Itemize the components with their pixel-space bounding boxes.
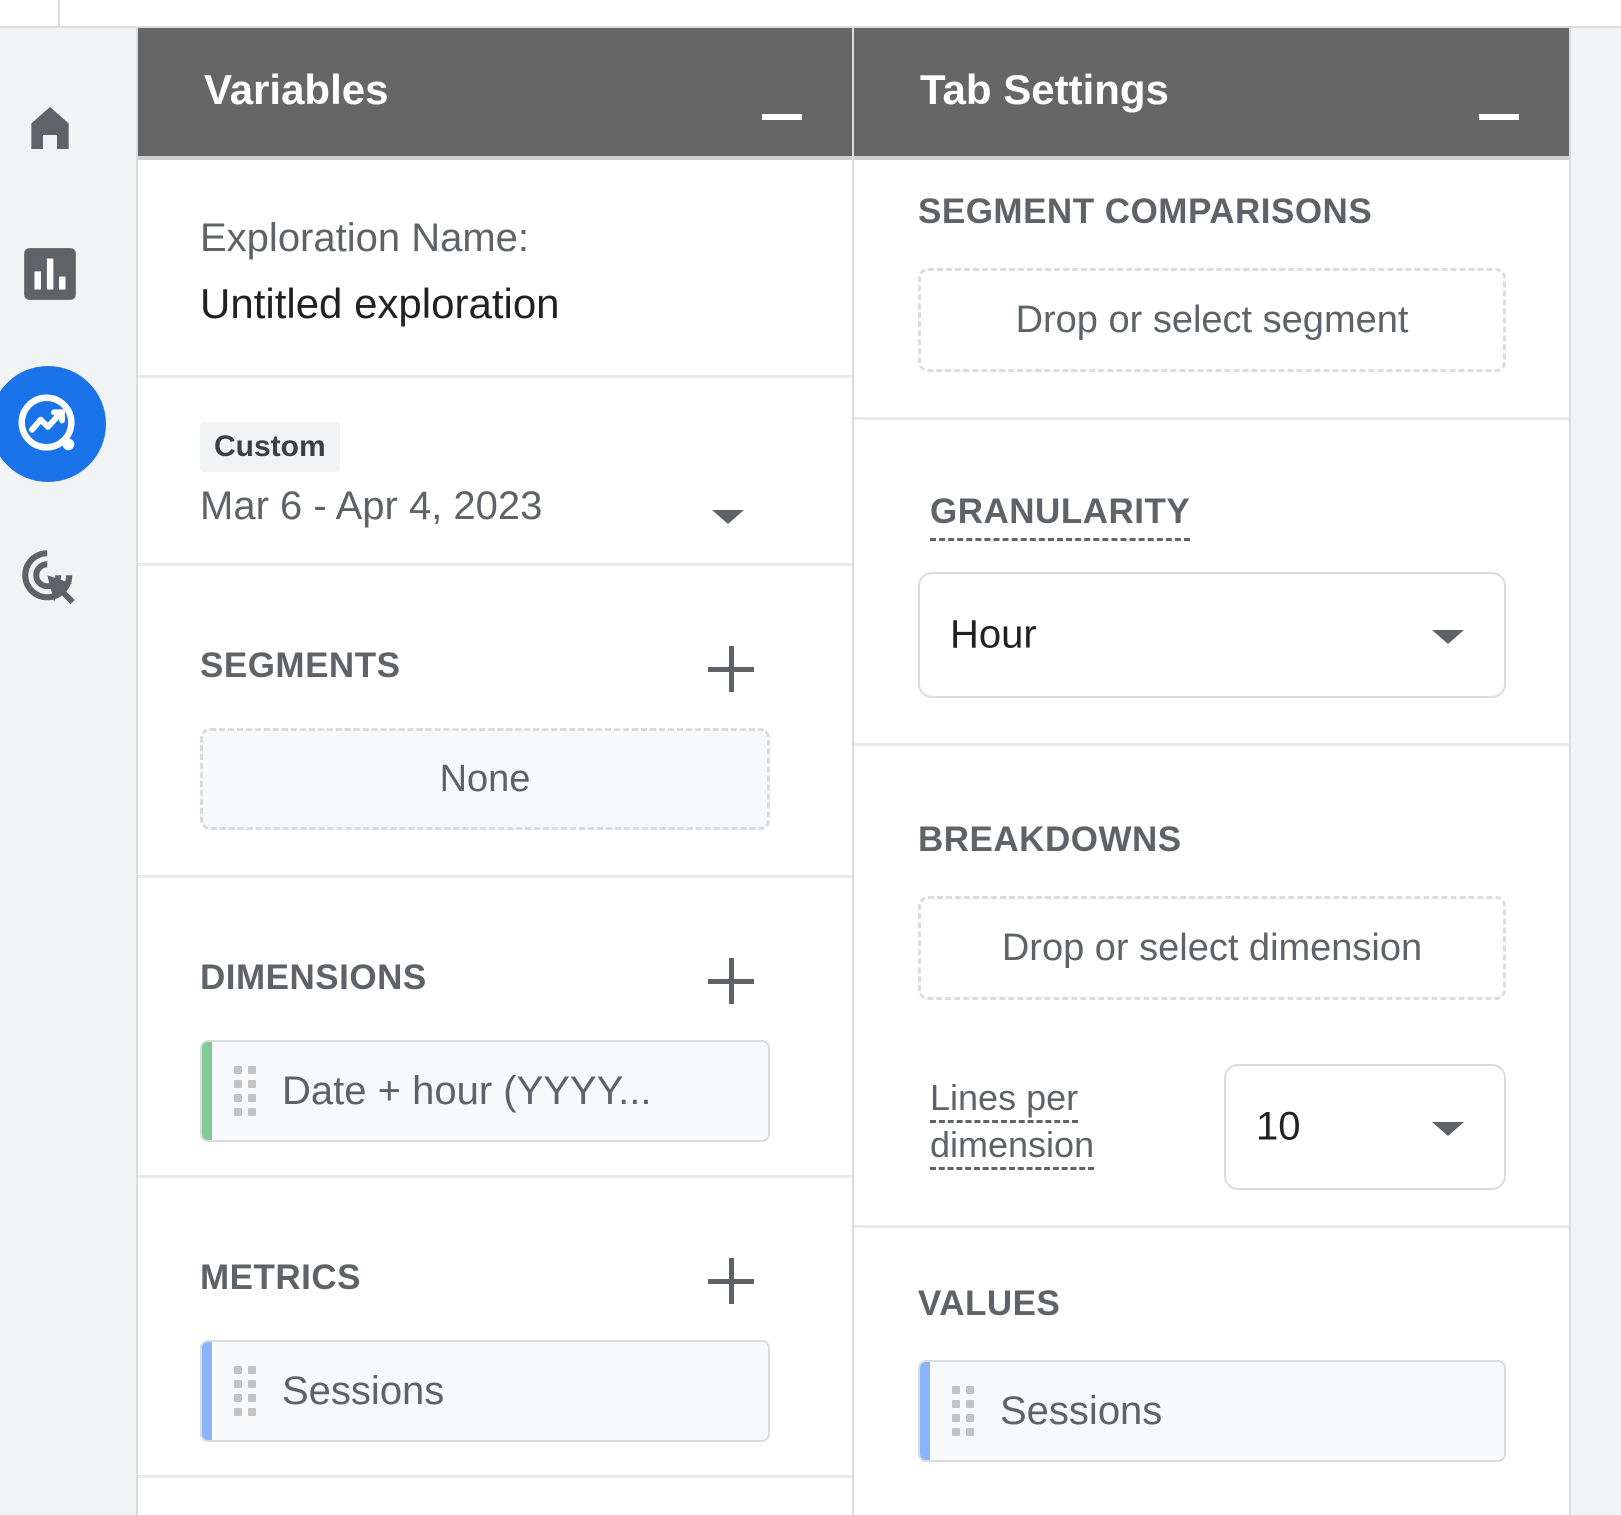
tab-settings-header: Tab Settings — [854, 28, 1569, 160]
dimension-chip-accent — [202, 1042, 212, 1140]
reports-icon[interactable] — [0, 224, 100, 324]
metrics-section: METRICS Sessions — [138, 1178, 852, 1478]
date-preset-badge: Custom — [200, 422, 340, 472]
lines-per-dimension-line2: dimension — [930, 1123, 1095, 1170]
segment-comparisons-label: SEGMENT COMPARISONS — [918, 192, 1373, 231]
date-range-value[interactable]: Mar 6 - Apr 4, 2023 — [200, 484, 542, 529]
metrics-label: METRICS — [200, 1258, 361, 1297]
granularity-select[interactable]: Hour — [918, 572, 1506, 698]
home-icon[interactable] — [0, 78, 100, 178]
date-dropdown-arrow-icon[interactable] — [712, 510, 744, 524]
segments-section: SEGMENTS None — [138, 566, 852, 878]
metric-chip-accent — [202, 1342, 212, 1440]
granularity-label: GRANULARITY — [930, 492, 1191, 541]
variables-panel: Variables Exploration Name: Untitled exp… — [136, 28, 854, 1515]
exploration-name-input[interactable]: Untitled exploration — [200, 280, 560, 328]
segments-label: SEGMENTS — [200, 646, 401, 685]
minimize-tab-settings-button[interactable] — [1479, 114, 1519, 120]
granularity-value: Hour — [950, 612, 1037, 657]
metric-chip-label: Sessions — [282, 1368, 445, 1413]
top-bar-divider — [58, 0, 60, 28]
tab-settings-title: Tab Settings — [920, 66, 1169, 113]
values-section: VALUES Sessions — [854, 1228, 1569, 1515]
add-metric-button[interactable] — [708, 1258, 754, 1304]
dimensions-label: DIMENSIONS — [200, 958, 427, 997]
lines-per-dimension-value: 10 — [1256, 1104, 1301, 1149]
explore-icon[interactable] — [0, 366, 106, 482]
minimize-variables-button[interactable] — [762, 114, 802, 120]
lines-per-dimension-select[interactable]: 10 — [1224, 1064, 1506, 1190]
lines-dropdown-arrow-icon — [1432, 1122, 1464, 1136]
dimensions-section: DIMENSIONS Date + hour (YYYY... — [138, 878, 852, 1178]
granularity-dropdown-arrow-icon — [1432, 630, 1464, 644]
value-chip[interactable]: Sessions — [918, 1360, 1506, 1462]
top-bar — [0, 0, 1621, 28]
variables-header: Variables — [138, 28, 852, 160]
exploration-name-section: Exploration Name: Untitled exploration — [138, 160, 852, 378]
dimension-chip[interactable]: Date + hour (YYYY... — [200, 1040, 770, 1142]
value-chip-label: Sessions — [1000, 1388, 1163, 1433]
breakdowns-label: BREAKDOWNS — [918, 820, 1182, 859]
values-label: VALUES — [918, 1284, 1061, 1323]
add-dimension-button[interactable] — [708, 958, 754, 1004]
add-segment-button[interactable] — [708, 646, 754, 692]
breakdown-drop-target[interactable]: Drop or select dimension — [918, 896, 1506, 1000]
variables-title: Variables — [204, 66, 389, 113]
segment-drop-target[interactable]: Drop or select segment — [918, 268, 1506, 372]
segment-comparisons-section: SEGMENT COMPARISONS Drop or select segme… — [854, 160, 1569, 420]
advertising-icon[interactable] — [0, 528, 100, 628]
lines-per-dimension-line1: Lines per — [930, 1076, 1079, 1123]
exploration-name-label: Exploration Name: — [200, 216, 530, 260]
nav-rail — [0, 28, 136, 1515]
lines-per-dimension-label: Lines per dimension — [930, 1076, 1095, 1170]
dimension-chip-label: Date + hour (YYYY... — [282, 1068, 652, 1113]
value-chip-accent — [920, 1362, 930, 1460]
metric-chip[interactable]: Sessions — [200, 1340, 770, 1442]
date-range-section[interactable]: Custom Mar 6 - Apr 4, 2023 — [138, 378, 852, 566]
tab-settings-panel: Tab Settings SEGMENT COMPARISONS Drop or… — [854, 28, 1571, 1515]
granularity-section: GRANULARITY Hour — [854, 420, 1569, 746]
drag-handle-icon[interactable] — [952, 1386, 974, 1436]
segments-empty-box[interactable]: None — [200, 728, 770, 830]
drag-handle-icon[interactable] — [234, 1066, 256, 1116]
drag-handle-icon[interactable] — [234, 1366, 256, 1416]
breakdowns-section: BREAKDOWNS Drop or select dimension Line… — [854, 746, 1569, 1228]
